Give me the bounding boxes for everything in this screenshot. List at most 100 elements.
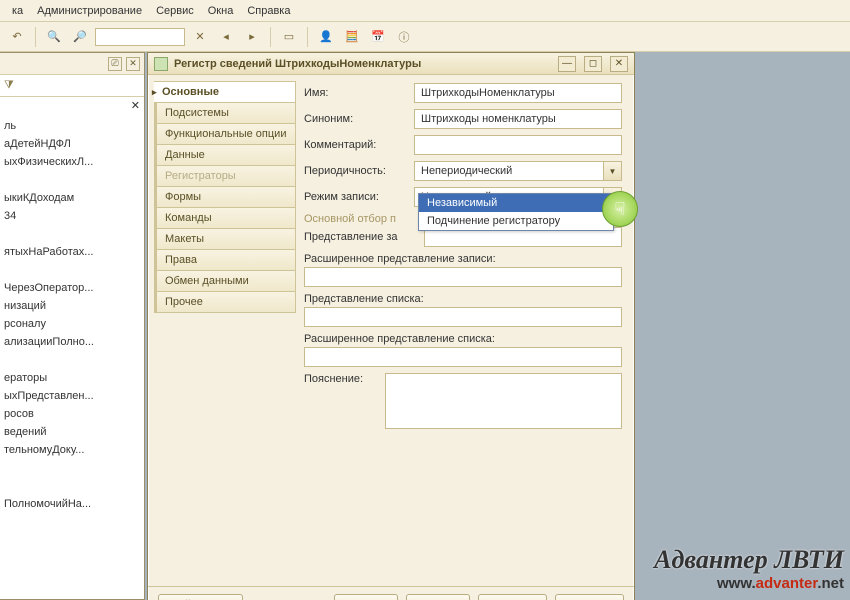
tree-item[interactable]: низаций — [0, 297, 144, 315]
register-icon — [154, 57, 168, 71]
periodicity-combo[interactable]: ▼ — [414, 161, 622, 181]
tree-item[interactable] — [0, 351, 144, 369]
watermark-title: Адвантер ЛВТИ — [654, 545, 844, 575]
tree-body[interactable]: ль аДетейНДФЛ ыхФизическихЛ... ыкиКДоход… — [0, 115, 144, 515]
clear-icon[interactable]: ✕ — [189, 26, 211, 48]
tab-other[interactable]: Прочее — [154, 291, 296, 313]
back-button[interactable]: <Назад — [334, 594, 398, 600]
tree-item[interactable]: рсоналу — [0, 315, 144, 333]
toolbar-btn[interactable]: ↶ — [6, 26, 28, 48]
explanation-label: Пояснение: — [304, 373, 383, 385]
periodicity-value[interactable] — [414, 161, 622, 181]
pin-icon[interactable]: ⎚ — [108, 57, 122, 71]
watermark-url-domain: advanter — [756, 575, 818, 592]
nav-next-icon[interactable]: ▸ — [241, 26, 263, 48]
next-button[interactable]: Далее> — [406, 594, 471, 600]
find2-icon[interactable]: 🔎 — [69, 26, 91, 48]
synonym-input[interactable] — [414, 109, 622, 129]
user-icon[interactable]: 👤 — [315, 26, 337, 48]
tree-item[interactable]: аДетейНДФЛ — [0, 135, 144, 153]
tree-item[interactable]: ПолномочийНа... — [0, 495, 144, 513]
close-button[interactable]: ✕ — [610, 56, 628, 72]
tree-item[interactable] — [0, 459, 144, 477]
help-button[interactable]: Справка — [555, 594, 624, 600]
tree-item[interactable]: ль — [0, 117, 144, 135]
close-button[interactable]: Закрыть — [478, 594, 546, 600]
workspace: ⎚ ✕ ⧩ ✕ ль аДетейНДФЛ ыхФизическихЛ... ы… — [0, 52, 850, 600]
actions-button[interactable]: Действия — [158, 594, 243, 600]
tab-rights[interactable]: Права — [154, 249, 296, 271]
minimize-button[interactable]: — — [558, 56, 576, 72]
maximize-button[interactable]: ◻ — [584, 56, 602, 72]
explanation-input[interactable] — [385, 373, 622, 429]
dialog-title: Регистр сведений ШтрихкодыНоменклатуры — [174, 58, 550, 70]
name-input[interactable] — [414, 83, 622, 103]
tab-subsystems[interactable]: Подсистемы — [154, 102, 296, 124]
comment-label: Комментарий: — [304, 139, 412, 151]
tree-item[interactable]: росов — [0, 405, 144, 423]
ext-record-presentation-input[interactable] — [304, 267, 622, 287]
ext-list-presentation-input[interactable] — [304, 347, 622, 367]
tree-item[interactable]: ведений — [0, 423, 144, 441]
find-icon[interactable]: 🔍 — [43, 26, 65, 48]
tab-forms[interactable]: Формы — [154, 186, 296, 208]
tab-recorders[interactable]: Регистраторы — [154, 165, 296, 187]
tree-item[interactable]: ЧерезОператор... — [0, 279, 144, 297]
side-tabs: Основные Подсистемы Функциональные опции… — [148, 75, 296, 586]
menu-item[interactable]: Администрирование — [31, 3, 148, 19]
menubar: ка Администрирование Сервис Окна Справка — [0, 0, 850, 22]
dialog-titlebar[interactable]: Регистр сведений ШтрихкодыНоменклатуры —… — [148, 53, 634, 75]
search-box[interactable] — [95, 28, 185, 46]
tree-item[interactable] — [0, 171, 144, 189]
funnel-icon[interactable]: ⧩ — [4, 79, 14, 92]
ext-record-presentation-label: Расширенное представление записи: — [304, 253, 622, 265]
tree-item[interactable]: ыхФизическихЛ... — [0, 153, 144, 171]
list-presentation-label: Представление списка: — [304, 293, 622, 305]
tree-item[interactable]: тельномуДоку... — [0, 441, 144, 459]
tree-item[interactable]: ыхПредставлен... — [0, 387, 144, 405]
metadata-tree-panel: ⎚ ✕ ⧩ ✕ ль аДетейНДФЛ ыхФизическихЛ... ы… — [0, 52, 145, 600]
tree-item[interactable] — [0, 261, 144, 279]
list-presentation-input[interactable] — [304, 307, 622, 327]
chevron-down-icon[interactable]: ▼ — [603, 162, 621, 180]
ext-list-presentation-label: Расширенное представление списка: — [304, 333, 622, 345]
dialog-buttons: Действия <Назад Далее> Закрыть Справка — [148, 586, 634, 600]
tab-layouts[interactable]: Макеты — [154, 228, 296, 250]
watermark-url-pre: www. — [717, 575, 756, 592]
tab-commands[interactable]: Команды — [154, 207, 296, 229]
tab-data[interactable]: Данные — [154, 144, 296, 166]
tree-item[interactable] — [0, 477, 144, 495]
write-mode-dropdown[interactable]: Независимый Подчинение регистратору — [418, 193, 614, 231]
name-label: Имя: — [304, 87, 412, 99]
dropdown-option[interactable]: Независимый — [419, 194, 613, 212]
menu-item[interactable]: Справка — [241, 3, 296, 19]
tree-item[interactable]: ализацииПолно... — [0, 333, 144, 351]
comment-input[interactable] — [414, 135, 622, 155]
menu-item[interactable]: Сервис — [150, 3, 200, 19]
tree-item[interactable]: ыкиКДоходам — [0, 189, 144, 207]
watermark-url: www.advanter.net — [654, 575, 844, 592]
watermark: Адвантер ЛВТИ www.advanter.net — [654, 545, 844, 592]
cursor-hand-icon: ☟ — [602, 191, 638, 227]
menu-item[interactable]: Окна — [202, 3, 240, 19]
window-icon[interactable]: ▭ — [278, 26, 300, 48]
synonym-label: Синоним: — [304, 113, 412, 125]
periodicity-label: Периодичность: — [304, 165, 412, 177]
record-presentation-label: Представление за — [304, 231, 422, 243]
nav-prev-icon[interactable]: ◂ — [215, 26, 237, 48]
tree-item[interactable]: ятыхНаРаботах... — [0, 243, 144, 261]
calc-icon[interactable]: 🧮 — [341, 26, 363, 48]
close-icon[interactable]: ✕ — [131, 99, 140, 113]
tree-item[interactable]: 34 — [0, 207, 144, 225]
tab-main[interactable]: Основные — [154, 81, 296, 103]
tab-data-exchange[interactable]: Обмен данными — [154, 270, 296, 292]
tab-functional-options[interactable]: Функциональные опции — [154, 123, 296, 145]
dropdown-option[interactable]: Подчинение регистратору — [419, 212, 613, 230]
menu-item[interactable]: ка — [6, 3, 29, 19]
tree-item[interactable] — [0, 225, 144, 243]
tree-item[interactable]: ераторы — [0, 369, 144, 387]
calendar-icon[interactable]: 📅 — [367, 26, 389, 48]
watermark-url-post: .net — [817, 575, 844, 592]
close-icon[interactable]: ✕ — [126, 57, 140, 71]
info-icon[interactable]: ⓘ — [393, 26, 415, 48]
